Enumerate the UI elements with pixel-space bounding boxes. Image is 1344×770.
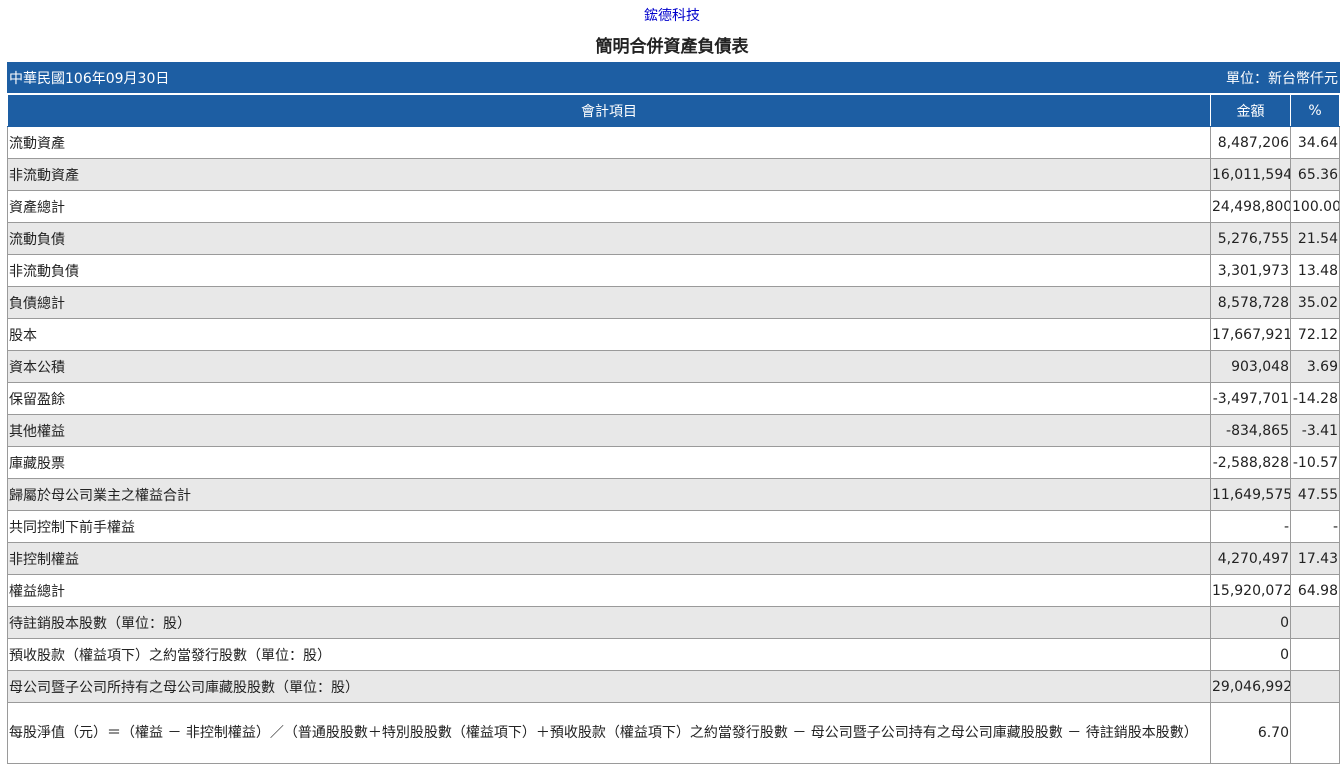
row-percent: 34.64 xyxy=(1290,126,1340,159)
company-name: 鋐德科技 xyxy=(644,8,700,24)
table-header-row: 會計項目 金額 % xyxy=(7,93,1340,127)
table-row: 資本公積 903,048 3.69 xyxy=(7,350,1340,383)
row-item-label: 庫藏股票 xyxy=(7,446,1211,479)
row-percent: - xyxy=(1290,510,1340,543)
row-item-label: 母公司暨子公司所持有之母公司庫藏股股數（單位：股） xyxy=(7,670,1211,703)
row-percent: 3.69 xyxy=(1290,350,1340,383)
row-amount: 29,046,992 xyxy=(1210,670,1291,703)
row-percent xyxy=(1290,606,1340,639)
table-row: 保留盈餘 -3,497,701 -14.28 xyxy=(7,382,1340,415)
row-item-label: 資本公積 xyxy=(7,350,1211,383)
row-item-label: 股本 xyxy=(7,318,1211,351)
row-amount: 24,498,800 xyxy=(1210,190,1291,223)
table-row: 預收股款（權益項下）之約當發行股數（單位：股） 0 xyxy=(7,638,1340,671)
row-item-label: 其他權益 xyxy=(7,414,1211,447)
row-percent: 47.55 xyxy=(1290,478,1340,511)
table-row: 權益總計 15,920,072 64.98 xyxy=(7,574,1340,607)
row-item-label: 權益總計 xyxy=(7,574,1211,607)
row-item-label: 待註銷股本股數（單位：股） xyxy=(7,606,1211,639)
row-amount: 8,578,728 xyxy=(1210,286,1291,319)
table-row: 非流動資產 16,011,594 65.36 xyxy=(7,158,1340,191)
table-row: 非流動負債 3,301,973 13.48 xyxy=(7,254,1340,287)
row-item-label: 預收股款（權益項下）之約當發行股數（單位：股） xyxy=(7,638,1211,671)
table-row: 負債總計 8,578,728 35.02 xyxy=(7,286,1340,319)
table-row: 資產總計 24,498,800 100.00 xyxy=(7,190,1340,223)
row-amount: 11,649,575 xyxy=(1210,478,1291,511)
header-amount: 金額 xyxy=(1210,93,1291,127)
table-row: 母公司暨子公司所持有之母公司庫藏股股數（單位：股） 29,046,992 xyxy=(7,670,1340,703)
row-percent: 35.02 xyxy=(1290,286,1340,319)
row-amount: 4,270,497 xyxy=(1210,542,1291,575)
row-item-label: 流動資產 xyxy=(7,126,1211,159)
row-amount: 8,487,206 xyxy=(1210,126,1291,159)
table-row: 流動資產 8,487,206 34.64 xyxy=(7,126,1340,159)
row-percent xyxy=(1290,638,1340,671)
row-amount: -2,588,828 xyxy=(1210,446,1291,479)
row-percent: 100.00 xyxy=(1290,190,1340,223)
row-percent: 72.12 xyxy=(1290,318,1340,351)
row-item-label: 資產總計 xyxy=(7,190,1211,223)
row-amount: 16,011,594 xyxy=(1210,158,1291,191)
row-percent: 64.98 xyxy=(1290,574,1340,607)
row-amount: 17,667,921 xyxy=(1210,318,1291,351)
row-percent: -14.28 xyxy=(1290,382,1340,415)
unit-label: 單位：新台幣仟元 xyxy=(1210,62,1340,95)
row-item-label: 流動負債 xyxy=(7,222,1211,255)
row-percent xyxy=(1290,670,1340,703)
row-percent xyxy=(1290,702,1340,764)
table-body: 流動資產 8,487,206 34.64 非流動資產 16,011,594 65.36 資產… xyxy=(7,126,1340,764)
row-item-label: 歸屬於母公司業主之權益合計 xyxy=(7,478,1211,511)
row-percent: 13.48 xyxy=(1290,254,1340,287)
row-amount: 5,276,755 xyxy=(1210,222,1291,255)
row-amount: 15,920,072 xyxy=(1210,574,1291,607)
table-row: 歸屬於母公司業主之權益合計 11,649,575 47.55 xyxy=(7,478,1340,511)
row-item-label: 保留盈餘 xyxy=(7,382,1211,415)
report-date: 中華民國106年09月30日 xyxy=(7,62,1211,95)
report-title: 簡明合併資產負債表 xyxy=(595,37,749,57)
table-row: 待註銷股本股數（單位：股） 0 xyxy=(7,606,1340,639)
row-amount: - xyxy=(1210,510,1291,543)
row-percent: 17.43 xyxy=(1290,542,1340,575)
row-percent: 21.54 xyxy=(1290,222,1340,255)
row-item-label: 非流動資產 xyxy=(7,158,1211,191)
row-amount: -834,865 xyxy=(1210,414,1291,447)
table-row: 非控制權益 4,270,497 17.43 xyxy=(7,542,1340,575)
header-item: 會計項目 xyxy=(7,93,1211,127)
table-row: 每股淨值（元）＝（權益 － 非控制權益）／（普通股股數＋特別股股數（權益項下）＋… xyxy=(7,702,1340,764)
row-item-label: 每股淨值（元）＝（權益 － 非控制權益）／（普通股股數＋特別股股數（權益項下）＋… xyxy=(7,702,1211,764)
row-item-label: 非控制權益 xyxy=(7,542,1211,575)
table-row: 流動負債 5,276,755 21.54 xyxy=(7,222,1340,255)
table-row: 股本 17,667,921 72.12 xyxy=(7,318,1340,351)
row-item-label: 非流動負債 xyxy=(7,254,1211,287)
row-amount: 0 xyxy=(1210,606,1291,639)
row-item-label: 共同控制下前手權益 xyxy=(7,510,1211,543)
row-percent: -10.57 xyxy=(1290,446,1340,479)
row-amount: 3,301,973 xyxy=(1210,254,1291,287)
row-amount: 0 xyxy=(1210,638,1291,671)
table-info-row: 中華民國106年09月30日 單位：新台幣仟元 xyxy=(7,62,1340,95)
table-row: 其他權益 -834,865 -3.41 xyxy=(7,414,1340,447)
row-amount: 6.70 xyxy=(1210,702,1291,764)
row-amount: -3,497,701 xyxy=(1210,382,1291,415)
row-item-label: 負債總計 xyxy=(7,286,1211,319)
header-percent: % xyxy=(1290,93,1340,127)
row-percent: 65.36 xyxy=(1290,158,1340,191)
balance-sheet-table: 中華民國106年09月30日 單位：新台幣仟元 會計項目 金額 % 流動資產 8,4… xyxy=(7,62,1340,764)
row-percent: -3.41 xyxy=(1290,414,1340,447)
table-row: 庫藏股票 -2,588,828 -10.57 xyxy=(7,446,1340,479)
table-row: 共同控制下前手權益 - - xyxy=(7,510,1340,543)
row-amount: 903,048 xyxy=(1210,350,1291,383)
